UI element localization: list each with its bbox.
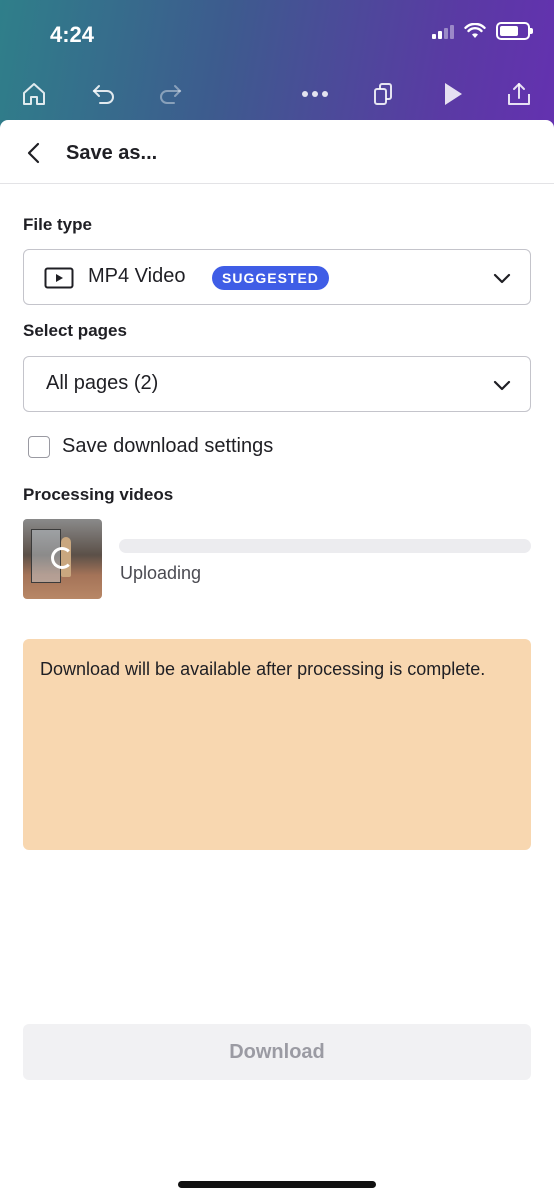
processing-videos-label: Processing videos bbox=[23, 485, 174, 504]
save-as-sheet: Save as... File type MP4 Video SUGGESTED… bbox=[0, 120, 554, 1200]
cellular-signal-icon bbox=[432, 23, 454, 39]
sheet-title: Save as... bbox=[66, 142, 158, 164]
save-settings-label[interactable]: Save download settings bbox=[62, 435, 273, 458]
home-indicator bbox=[178, 1181, 376, 1188]
chevron-left-icon bbox=[27, 142, 40, 164]
download-button[interactable]: Download bbox=[23, 1024, 531, 1080]
editor-toolbar bbox=[0, 76, 554, 116]
loading-spinner-icon bbox=[51, 547, 73, 569]
file-type-dropdown[interactable]: MP4 Video SUGGESTED bbox=[23, 249, 531, 305]
more-icon[interactable] bbox=[297, 76, 333, 112]
save-settings-checkbox[interactable] bbox=[28, 436, 50, 458]
pages-icon[interactable] bbox=[365, 76, 401, 112]
sheet-header: Save as... bbox=[0, 120, 554, 184]
video-file-icon bbox=[44, 267, 74, 289]
home-icon[interactable] bbox=[16, 76, 52, 112]
select-pages-label: Select pages bbox=[23, 321, 127, 340]
chevron-down-icon bbox=[493, 380, 511, 391]
upload-progress-bar bbox=[119, 539, 531, 553]
chevron-down-icon bbox=[493, 273, 511, 284]
editor-top-bar: 4:24 bbox=[0, 0, 554, 140]
battery-icon bbox=[496, 22, 533, 40]
wifi-icon bbox=[464, 23, 486, 38]
play-icon[interactable] bbox=[434, 76, 470, 112]
status-icons bbox=[432, 22, 533, 40]
suggested-badge: SUGGESTED bbox=[212, 266, 329, 290]
undo-icon[interactable] bbox=[86, 76, 122, 112]
file-type-value: MP4 Video bbox=[88, 265, 186, 287]
back-button[interactable] bbox=[20, 138, 48, 168]
video-thumbnail bbox=[23, 519, 102, 599]
select-pages-dropdown[interactable]: All pages (2) bbox=[23, 356, 531, 412]
upload-status: Uploading bbox=[120, 563, 202, 583]
file-type-label: File type bbox=[23, 215, 92, 234]
select-pages-value: All pages (2) bbox=[46, 372, 159, 394]
redo-icon[interactable] bbox=[152, 76, 188, 112]
share-icon[interactable] bbox=[501, 76, 537, 112]
processing-notice-text: Download will be available after process… bbox=[40, 659, 486, 679]
processing-notice: Download will be available after process… bbox=[23, 639, 531, 850]
status-time: 4:24 bbox=[50, 22, 95, 47]
